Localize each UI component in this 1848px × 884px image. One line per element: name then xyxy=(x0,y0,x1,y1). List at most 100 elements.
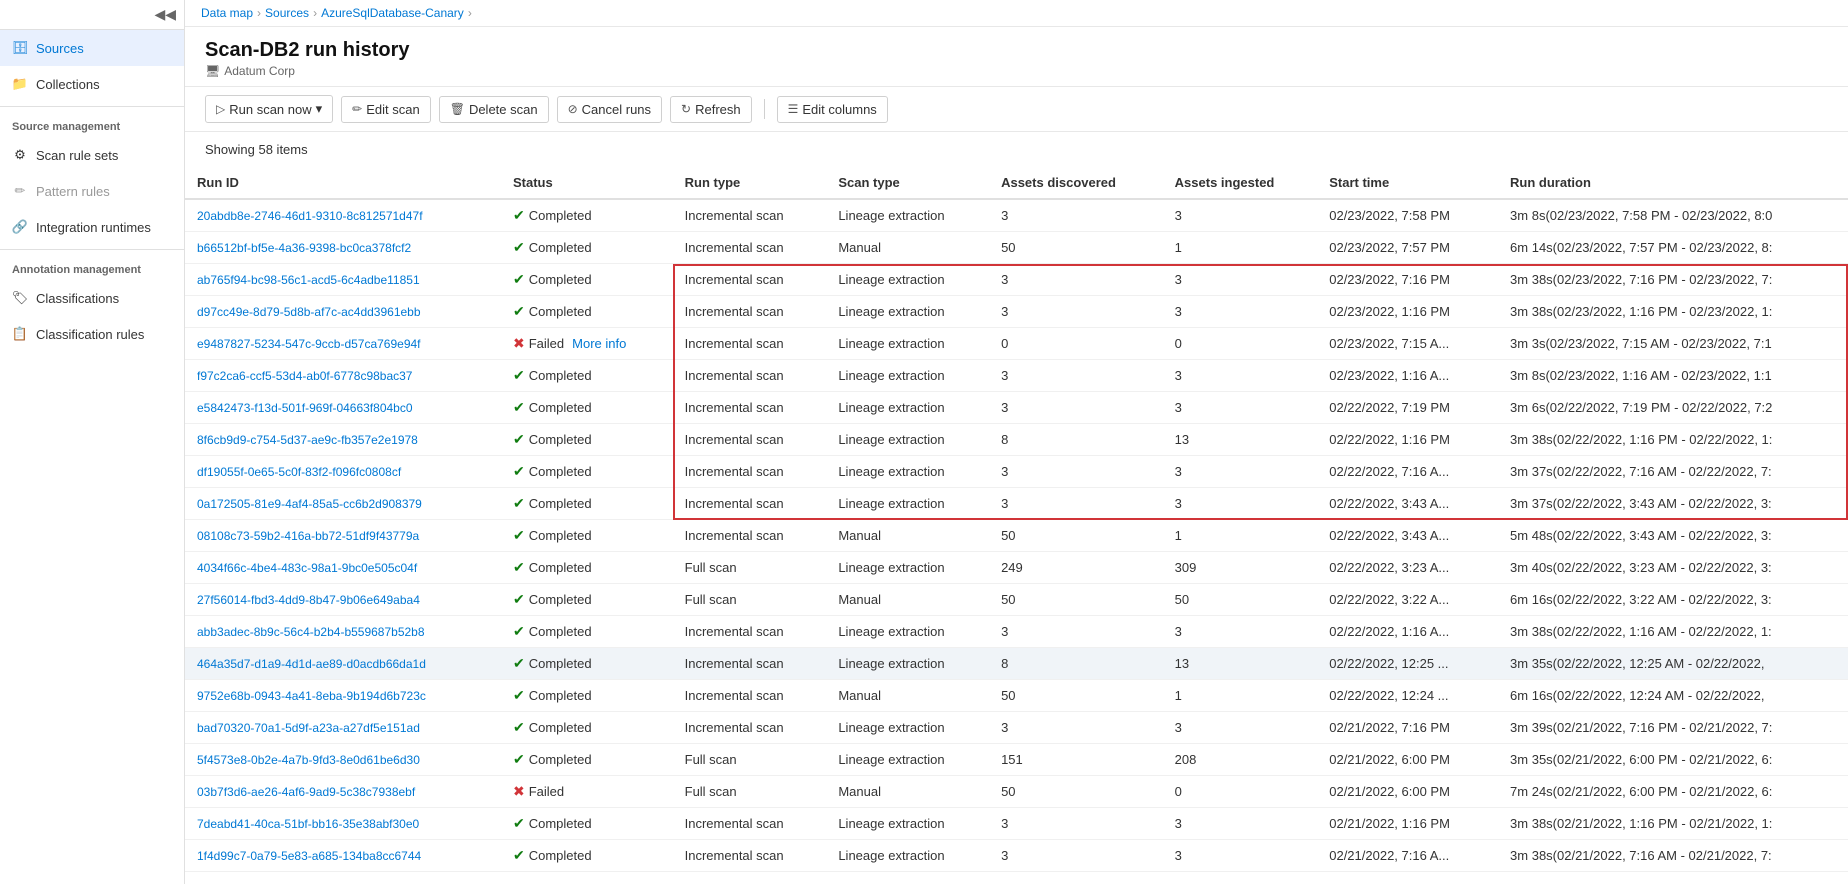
more-info-link[interactable]: More info xyxy=(572,336,626,351)
scan-type-cell: Manual xyxy=(826,680,989,712)
run-id-link[interactable]: 8f6cb9d9-c754-5d37-ae9c-fb357e2e1978 xyxy=(197,433,418,447)
run-type-cell: Full scan xyxy=(673,744,827,776)
status-completed: ✔ Completed xyxy=(513,687,661,704)
column-header-assets-ingested[interactable]: Assets ingested xyxy=(1163,167,1318,199)
run-id-link[interactable]: abb3adec-8b9c-56c4-b2b4-b559687b52b8 xyxy=(197,625,425,639)
start-time-cell: 02/21/2022, 6:00 PM xyxy=(1317,776,1498,808)
column-header-start-time[interactable]: Start time xyxy=(1317,167,1498,199)
success-icon: ✔ xyxy=(513,431,525,448)
table-row[interactable]: 464a35d7-d1a9-4d1d-ae89-d0acdb66da1d✔ Co… xyxy=(185,648,1848,680)
run-id-link[interactable]: 0a172505-81e9-4af4-85a5-cc6b2d908379 xyxy=(197,497,422,511)
assets-discovered-cell: 8 xyxy=(989,648,1163,680)
sidebar-item-sources[interactable]: 🗄Sources xyxy=(0,30,184,66)
table-row[interactable]: 5f4573e8-0b2e-4a7b-9fd3-8e0d61be6d30 ✔ Co… xyxy=(185,744,1848,776)
sidebar-icon-classification-rules: 📋 xyxy=(12,326,28,342)
run-id-link[interactable]: 03b7f3d6-ae26-4af6-9ad9-5c38c7938ebf xyxy=(197,785,415,799)
success-icon: ✔ xyxy=(513,559,525,576)
table-row[interactable]: 9752e68b-0943-4a41-8eba-9b194d6b723c ✔ Co… xyxy=(185,680,1848,712)
run-id-link[interactable]: 1f4d99c7-0a79-5e83-a685-134ba8cc6744 xyxy=(197,849,421,863)
delete-scan-button[interactable]: 🗑 Delete scan xyxy=(439,96,549,123)
run-id-link[interactable]: 20abdb8e-2746-46d1-9310-8c812571d47f xyxy=(197,209,423,223)
table-row[interactable]: abb3adec-8b9c-56c4-b2b4-b559687b52b8✔ Co… xyxy=(185,616,1848,648)
sidebar-icon-pattern-rules: ✏ xyxy=(12,183,28,199)
run-scan-button[interactable]: ▷ Run scan now ▾ xyxy=(205,95,333,123)
status-completed: ✔ Completed xyxy=(513,527,661,544)
table-row[interactable]: d97cc49e-8d79-5d8b-af7c-ac4dd3961ebb✔ Co… xyxy=(185,296,1848,328)
table-row[interactable]: 0a172505-81e9-4af4-85a5-cc6b2d908379✔ Co… xyxy=(185,488,1848,520)
table-row[interactable]: 03b7f3d6-ae26-4af6-9ad9-5c38c7938ebf✖ Fa… xyxy=(185,776,1848,808)
run-duration-cell: 6m 16s(02/22/2022, 12:24 AM - 02/22/2022… xyxy=(1498,680,1848,712)
scan-type-cell: Lineage extraction xyxy=(826,199,989,232)
column-header-run-type[interactable]: Run type xyxy=(673,167,827,199)
assets-discovered-cell: 3 xyxy=(989,840,1163,872)
assets-discovered-cell: 249 xyxy=(989,552,1163,584)
run-id-link[interactable]: 7deabd41-40ca-51bf-bb16-35e38abf30e0 xyxy=(197,817,419,831)
start-time-cell: 02/22/2022, 12:24 ... xyxy=(1317,680,1498,712)
run-id-link[interactable]: e5842473-f13d-501f-969f-04663f804bc0 xyxy=(197,401,413,415)
table-row[interactable]: 8f6cb9d9-c754-5d37-ae9c-fb357e2e1978✔ Co… xyxy=(185,424,1848,456)
run-duration-cell: 6m 16s(02/22/2022, 3:22 AM - 02/22/2022,… xyxy=(1498,584,1848,616)
column-header-scan-type[interactable]: Scan type xyxy=(826,167,989,199)
table-row[interactable]: 4034f66c-4be4-483c-98a1-9bc0e505c04f✔ Co… xyxy=(185,552,1848,584)
run-id-link[interactable]: 4034f66c-4be4-483c-98a1-9bc0e505c04f xyxy=(197,561,417,575)
start-time-cell: 02/22/2022, 3:23 A... xyxy=(1317,552,1498,584)
sidebar-item-classifications[interactable]: 🏷Classifications xyxy=(0,280,184,316)
run-id-link[interactable]: 27f56014-fbd3-4dd9-8b47-9b06e649aba4 xyxy=(197,593,420,607)
breadcrumb-azure-sql[interactable]: AzureSqlDatabase-Canary xyxy=(321,6,464,20)
run-id-link[interactable]: 464a35d7-d1a9-4d1d-ae89-d0acdb66da1d xyxy=(197,657,426,671)
cancel-runs-button[interactable]: ⊘ Cancel runs xyxy=(557,96,662,123)
table-row[interactable]: e5842473-f13d-501f-969f-04663f804bc0✔ Co… xyxy=(185,392,1848,424)
start-time-cell: 02/21/2022, 6:00 PM xyxy=(1317,744,1498,776)
run-id-link[interactable]: 5f4573e8-0b2e-4a7b-9fd3-8e0d61be6d30 xyxy=(197,753,420,767)
table-row[interactable]: bad70320-70a1-5d9f-a23a-a27df5e151ad✔ Co… xyxy=(185,712,1848,744)
refresh-button[interactable]: ↻ Refresh xyxy=(670,96,752,123)
assets-ingested-cell: 1 xyxy=(1163,520,1318,552)
run-id-link[interactable]: bad70320-70a1-5d9f-a23a-a27df5e151ad xyxy=(197,721,420,735)
table-row[interactable]: df19055f-0e65-5c0f-83f2-f096fc0808cf✔ Co… xyxy=(185,456,1848,488)
run-id-link[interactable]: e9487827-5234-547c-9ccb-d57ca769e94f xyxy=(197,337,421,351)
table-row[interactable]: 08108c73-59b2-416a-bb72-51df9f43779a ✔ Co… xyxy=(185,520,1848,552)
sidebar-item-classification-rules[interactable]: 📋Classification rules xyxy=(0,316,184,352)
run-id-link[interactable]: df19055f-0e65-5c0f-83f2-f096fc0808cf xyxy=(197,465,401,479)
sidebar-item-collections[interactable]: 📁Collections xyxy=(0,66,184,102)
success-icon: ✔ xyxy=(513,815,525,832)
table-row[interactable]: f97c2ca6-ccf5-53d4-ab0f-6778c98bac37✔ Co… xyxy=(185,360,1848,392)
table-row[interactable]: 7deabd41-40ca-51bf-bb16-35e38abf30e0✔ Co… xyxy=(185,808,1848,840)
edit-columns-button[interactable]: ☰ Edit columns xyxy=(777,96,888,123)
run-duration-cell: 6m 14s(02/23/2022, 7:57 PM - 02/23/2022,… xyxy=(1498,232,1848,264)
sidebar-item-scan-rule-sets[interactable]: ⚙Scan rule sets xyxy=(0,137,184,173)
table-row[interactable]: 1f4d99c7-0a79-5e83-a685-134ba8cc6744✔ Co… xyxy=(185,840,1848,872)
assets-ingested-cell: 3 xyxy=(1163,392,1318,424)
table-row[interactable]: ab765f94-bc98-56c1-acd5-6c4adbe11851✔ Co… xyxy=(185,264,1848,296)
table-row[interactable]: 27f56014-fbd3-4dd9-8b47-9b06e649aba4✔ Co… xyxy=(185,584,1848,616)
run-id-link[interactable]: d97cc49e-8d79-5d8b-af7c-ac4dd3961ebb xyxy=(197,305,421,319)
breadcrumb-sources[interactable]: Sources xyxy=(265,6,309,20)
run-id-link[interactable]: b66512bf-bf5e-4a36-9398-bc0ca378fcf2 xyxy=(197,241,411,255)
column-header-run-duration[interactable]: Run duration xyxy=(1498,167,1848,199)
sidebar-item-integration-runtimes[interactable]: 🔗Integration runtimes xyxy=(0,209,184,245)
cancel-runs-icon: ⊘ xyxy=(568,102,578,116)
status-completed: ✔ Completed xyxy=(513,751,661,768)
column-header-status[interactable]: Status xyxy=(501,167,673,199)
edit-scan-button[interactable]: ✏ Edit scan xyxy=(341,96,431,123)
scan-type-cell: Lineage extraction xyxy=(826,616,989,648)
start-time-cell: 02/22/2022, 7:16 A... xyxy=(1317,456,1498,488)
breadcrumb-data-map[interactable]: Data map xyxy=(201,6,253,20)
run-type-cell: Incremental scan xyxy=(673,488,827,520)
run-id-link[interactable]: 08108c73-59b2-416a-bb72-51df9f43779a xyxy=(197,529,419,543)
run-id-link[interactable]: 9752e68b-0943-4a41-8eba-9b194d6b723c xyxy=(197,689,426,703)
run-id-link[interactable]: f97c2ca6-ccf5-53d4-ab0f-6778c98bac37 xyxy=(197,369,412,383)
column-header-run-id[interactable]: Run ID xyxy=(185,167,501,199)
assets-ingested-cell: 0 xyxy=(1163,776,1318,808)
run-id-link[interactable]: ab765f94-bc98-56c1-acd5-6c4adbe11851 xyxy=(197,273,420,287)
table-row[interactable]: e9487827-5234-547c-9ccb-d57ca769e94f✖ Fa… xyxy=(185,328,1848,360)
run-type-cell: Incremental scan xyxy=(673,328,827,360)
success-icon: ✔ xyxy=(513,463,525,480)
table-row[interactable]: b66512bf-bf5e-4a36-9398-bc0ca378fcf2✔ Co… xyxy=(185,232,1848,264)
table-row[interactable]: 20abdb8e-2746-46d1-9310-8c812571d47f✔ Co… xyxy=(185,199,1848,232)
assets-discovered-cell: 50 xyxy=(989,520,1163,552)
breadcrumb-sep-3: › xyxy=(468,6,472,20)
column-header-assets-discovered[interactable]: Assets discovered xyxy=(989,167,1163,199)
assets-ingested-cell: 3 xyxy=(1163,360,1318,392)
sidebar-collapse-button[interactable]: ◀◀ xyxy=(154,6,176,23)
